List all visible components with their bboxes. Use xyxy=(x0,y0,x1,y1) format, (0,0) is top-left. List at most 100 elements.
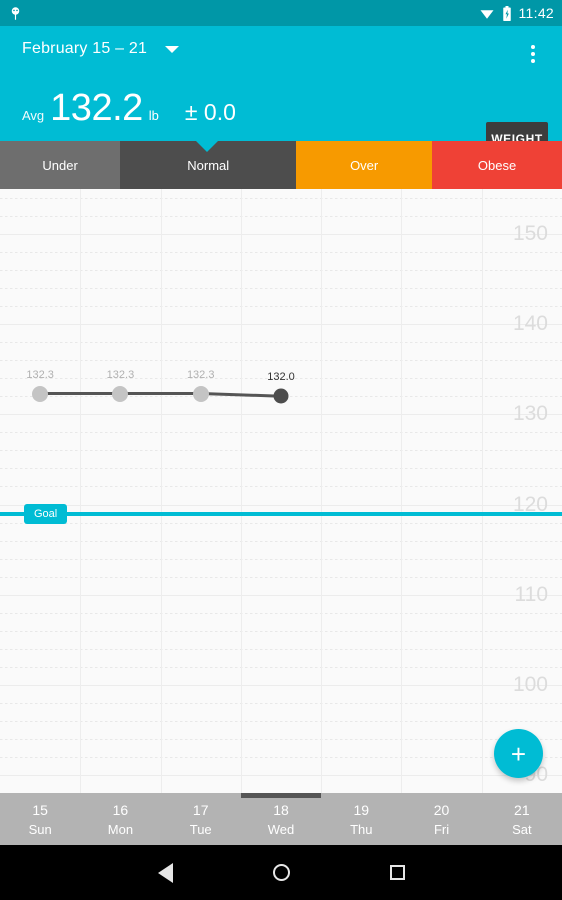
chart-y-axis-label: 140 xyxy=(512,312,548,336)
date-range-label: February 15 – 21 xyxy=(22,40,148,57)
chart-gridline-minor xyxy=(0,612,562,614)
date-number: 17 xyxy=(192,801,209,818)
chart-data-point[interactable] xyxy=(112,385,129,402)
chart-gridline-minor xyxy=(0,198,562,199)
chart-line-segment xyxy=(40,392,121,396)
date-axis-day-tue[interactable]: 17 Tue xyxy=(161,793,241,845)
status-bar-clock: 11:42 xyxy=(518,5,554,21)
date-axis[interactable]: 15 Sun 16 Mon 17 Tue 18 Wed 19 Thu 20 Fri 21 Sat xyxy=(0,793,562,845)
chart-column-divider xyxy=(80,189,82,793)
android-nav-bar xyxy=(0,845,562,900)
date-axis-day-fri[interactable]: 20 Fri xyxy=(401,793,481,845)
bmi-segment-label: Under xyxy=(42,157,78,173)
chart-data-point-label: 132.0 xyxy=(267,371,295,384)
chart-data-point[interactable] xyxy=(32,385,49,402)
overflow-menu-icon[interactable] xyxy=(518,38,548,70)
chart-gridline-minor xyxy=(0,558,562,560)
chart-gridline-major xyxy=(0,234,562,236)
bmi-segment-label: Obese xyxy=(477,157,517,173)
chart-gridline-minor xyxy=(0,288,562,290)
chart-gridline-minor xyxy=(0,252,562,254)
chart-gridline-minor xyxy=(0,738,562,740)
chart-gridline-minor xyxy=(0,306,562,308)
chart-column-divider xyxy=(481,189,483,793)
date-weekday: Tue xyxy=(189,821,212,837)
date-number: 19 xyxy=(353,801,370,818)
chart-gridline-major xyxy=(0,684,562,686)
chart-column-divider xyxy=(401,189,403,793)
app-header: February 15 – 21 Avg 132.2 lb ± 0.0 WEIG… xyxy=(0,26,562,155)
home-circle-icon[interactable] xyxy=(272,864,290,881)
date-weekday: Sun xyxy=(28,821,52,837)
date-range-selector[interactable]: February 15 – 21 xyxy=(22,40,180,58)
chart-data-point[interactable] xyxy=(273,388,289,404)
chart-y-axis-label: 150 xyxy=(512,222,548,246)
overflow-dot xyxy=(531,45,535,49)
chart-column-divider xyxy=(240,189,242,793)
date-weekday: Sat xyxy=(512,821,532,837)
overflow-dot xyxy=(531,52,535,56)
date-weekday: Wed xyxy=(267,821,295,837)
battery-charging-icon xyxy=(502,5,511,21)
wifi-icon xyxy=(480,9,493,19)
status-bar: 11:42 xyxy=(0,0,562,26)
chart-gridline-major xyxy=(0,324,562,326)
date-axis-day-wed[interactable]: 18 Wed xyxy=(240,793,322,845)
chart-gridline-minor xyxy=(0,630,562,632)
chart-gridline-minor xyxy=(0,468,562,470)
date-number: 20 xyxy=(433,801,450,818)
date-axis-day-sun[interactable]: 15 Sun xyxy=(0,793,80,845)
chart-y-axis-label: 130 xyxy=(512,402,548,426)
avg-value: 132.2 xyxy=(50,87,143,129)
chart-data-point-label: 132.3 xyxy=(186,368,215,381)
date-number: 18 xyxy=(273,801,289,818)
goal-label: Goal xyxy=(24,503,68,524)
chart-column-divider xyxy=(160,189,162,793)
chart-data-point[interactable] xyxy=(192,385,209,402)
chart-gridline-major xyxy=(0,504,562,506)
date-axis-day-sat[interactable]: 21 Sat xyxy=(482,793,562,845)
date-weekday: Fri xyxy=(433,821,450,837)
status-bar-system-icons: 11:42 xyxy=(479,5,555,21)
avg-delta: ± 0.0 xyxy=(184,99,236,125)
average-weight-summary: Avg 132.2 lb ± 0.0 xyxy=(22,89,236,127)
date-weekday: Thu xyxy=(350,821,373,837)
chart-gridline-major xyxy=(0,594,562,596)
bmi-segment-obese[interactable]: Obese xyxy=(432,141,562,189)
recents-square-icon[interactable] xyxy=(389,865,405,880)
chart-gridline-minor xyxy=(0,702,562,704)
chart-y-axis-label: 100 xyxy=(512,672,548,696)
bmi-segment-under[interactable]: Under xyxy=(0,141,121,189)
date-number: 15 xyxy=(32,801,48,818)
chart-gridline-major xyxy=(0,774,562,776)
chart-gridline-minor xyxy=(0,486,562,488)
chart-gridline-minor xyxy=(0,450,562,452)
date-number: 21 xyxy=(514,801,530,818)
add-entry-fab[interactable]: + xyxy=(494,729,543,778)
chart-column-divider xyxy=(321,189,323,793)
chart-gridline-minor xyxy=(0,720,562,722)
chart-line-segment xyxy=(120,392,201,396)
date-axis-day-thu[interactable]: 19 Thu xyxy=(321,793,401,845)
chart-data-point-label: 132.3 xyxy=(26,368,54,381)
chart-data-point-label: 132.3 xyxy=(106,368,135,381)
date-weekday: Mon xyxy=(107,821,134,837)
date-axis-day-mon[interactable]: 16 Mon xyxy=(80,793,160,845)
bmi-category-bar[interactable]: Under Normal Over Obese xyxy=(0,141,562,189)
overflow-dot xyxy=(531,59,535,63)
chart-y-axis-label: 110 xyxy=(514,582,548,606)
status-bar-notifications xyxy=(8,6,23,21)
bmi-segment-label: Over xyxy=(350,157,379,173)
bmi-pointer-icon xyxy=(195,141,218,152)
app-notification-icon xyxy=(11,6,20,20)
bmi-segment-over[interactable]: Over xyxy=(296,141,433,189)
chart-gridline-minor xyxy=(0,666,562,668)
chart-gridline-minor xyxy=(0,270,562,272)
weight-chart[interactable]: 150 140 130 120 110 100 90 Goal 132.3 132.3 132.3 1… xyxy=(0,189,562,793)
chart-gridline-major xyxy=(0,414,562,416)
chevron-down-icon xyxy=(165,45,180,53)
chart-gridline-minor xyxy=(0,360,562,362)
chart-gridline-minor xyxy=(0,756,562,758)
avg-unit: lb xyxy=(148,108,159,123)
back-triangle-icon[interactable] xyxy=(157,862,173,883)
